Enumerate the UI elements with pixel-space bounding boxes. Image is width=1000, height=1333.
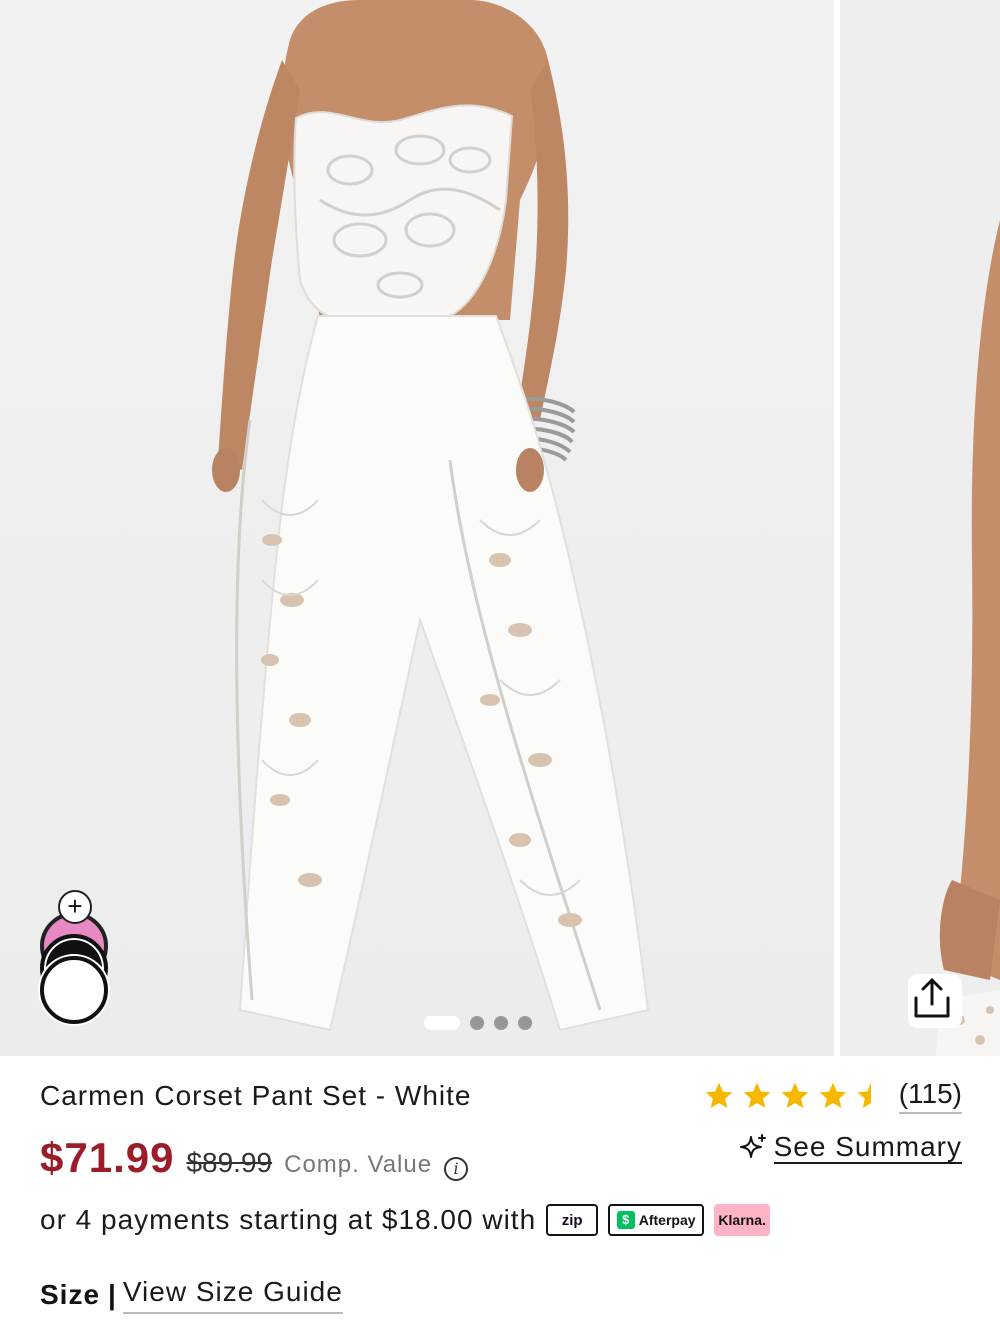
size-label: Size <box>40 1279 101 1310</box>
installment-text: or 4 payments starting at $18.00 with <box>40 1204 537 1235</box>
star-icon <box>819 1082 847 1108</box>
carousel-dot-4[interactable] <box>518 1016 532 1030</box>
half-star-icon <box>857 1082 871 1108</box>
sale-price: $71.99 <box>40 1134 175 1181</box>
product-image-gallery[interactable]: + <box>0 0 1000 1058</box>
size-separator: | <box>108 1279 117 1310</box>
carousel-dot-2[interactable] <box>470 1016 484 1030</box>
sparkle-icon <box>739 1134 766 1158</box>
add-swatch-button[interactable]: + <box>58 890 92 924</box>
share-button[interactable] <box>908 974 962 1028</box>
see-summary-link[interactable]: See Summary <box>738 1132 962 1164</box>
klarna-badge[interactable]: Klarna. <box>714 1204 771 1236</box>
installment-payments: or 4 payments starting at $18.00 with zi… <box>40 1204 771 1236</box>
swatch-white[interactable] <box>40 956 108 1024</box>
price-row: $71.99 $89.99 Comp. Value i <box>40 1134 469 1182</box>
color-swatch-picker[interactable]: + <box>38 890 114 1040</box>
afterpay-badge[interactable]: $ Afterpay <box>608 1204 705 1236</box>
product-photo-illustration <box>212 0 650 1032</box>
afterpay-label: Afterpay <box>638 1212 696 1228</box>
star-icon <box>743 1082 771 1108</box>
see-summary-label[interactable]: See Summary <box>773 1132 962 1164</box>
product-photo-next-illustration <box>936 220 1000 1056</box>
review-count-link[interactable]: (115) <box>898 1078 962 1114</box>
product-photo-main[interactable]: + <box>0 0 834 1056</box>
star-icon <box>705 1082 733 1108</box>
zip-badge[interactable]: zip <box>546 1204 599 1236</box>
carousel-dot-1[interactable] <box>424 1016 460 1030</box>
size-row: Size | View Size Guide <box>40 1276 343 1314</box>
star-icon <box>781 1082 809 1108</box>
comp-value-label: Comp. Value <box>284 1151 433 1178</box>
product-photo-next[interactable] <box>840 0 1000 1056</box>
info-icon[interactable]: i <box>444 1157 469 1181</box>
product-rating[interactable]: (115) <box>703 1078 962 1114</box>
afterpay-icon: $ <box>616 1211 635 1229</box>
share-icon <box>914 978 950 1018</box>
carousel-indicator[interactable] <box>424 1016 532 1030</box>
view-size-guide-link[interactable]: View Size Guide <box>122 1276 343 1314</box>
carousel-dot-3[interactable] <box>494 1016 508 1030</box>
original-price: $89.99 <box>186 1147 273 1178</box>
product-title: Carmen Corset Pant Set - White <box>40 1080 472 1111</box>
